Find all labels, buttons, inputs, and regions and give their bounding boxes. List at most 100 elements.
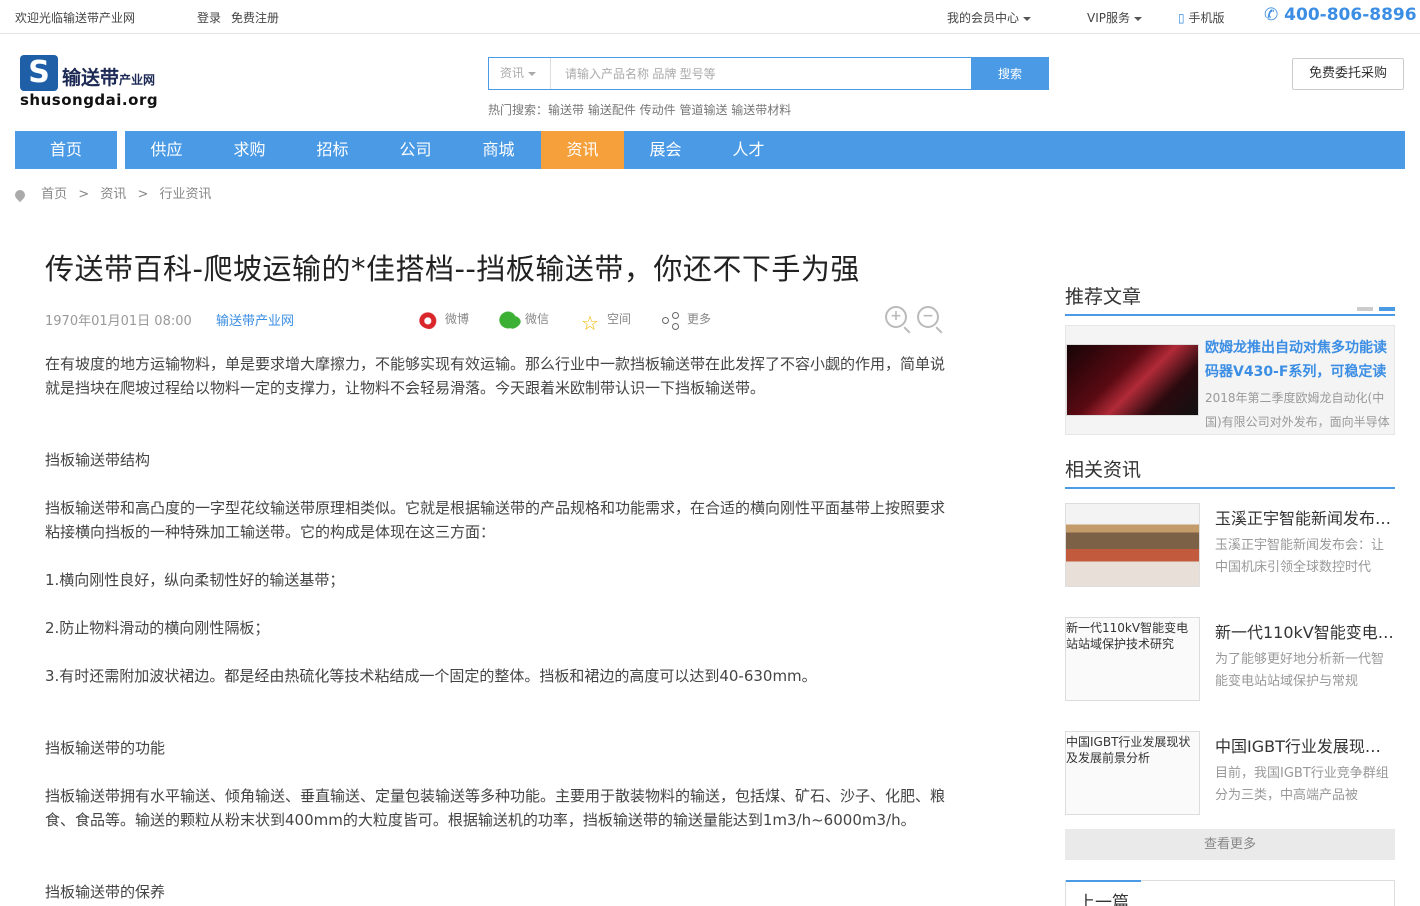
- logo-brand-main: 输送带: [62, 67, 120, 89]
- mobile-link[interactable]: ▯ 手机版: [1178, 9, 1224, 26]
- related-thumbnail[interactable]: [1065, 503, 1200, 587]
- logo-brand-suffix: 产业网: [119, 73, 156, 87]
- hotline: ✆ 400-806-8896: [1264, 5, 1417, 25]
- vip-label: VIP服务: [1087, 11, 1130, 25]
- nav-divider: [117, 131, 125, 169]
- related-thumbnail[interactable]: 中国IGBT行业发展现状及发展前景分析: [1065, 731, 1200, 815]
- breadcrumb-home[interactable]: 首页: [41, 187, 67, 202]
- recommended-thumbnail: [1066, 344, 1199, 416]
- zoom-out-symbol: −: [922, 308, 934, 324]
- carousel-dot-active[interactable]: [1379, 307, 1395, 311]
- chevron-down-icon: [1134, 16, 1142, 21]
- nav-home[interactable]: 首页: [15, 131, 117, 169]
- related-desc: 为了能够更好地分析新一代智能变电站站域保护与常规: [1215, 652, 1385, 689]
- login-link[interactable]: 登录: [197, 9, 221, 26]
- nav-tender[interactable]: 招标: [291, 131, 374, 169]
- star-icon: ☆: [581, 310, 599, 335]
- share-more[interactable]: 更多: [661, 310, 711, 329]
- breadcrumb-news[interactable]: 资讯: [100, 187, 126, 202]
- logo-domain: shusongdai.org: [20, 91, 159, 109]
- member-center-label: 我的会员中心: [947, 11, 1020, 25]
- member-center-menu[interactable]: 我的会员中心: [947, 9, 1032, 26]
- breadcrumb-separator: >: [78, 187, 90, 202]
- article-paragraph: 2.防止物料滑动的横向刚性隔板；: [45, 619, 270, 637]
- top-bar: 欢迎光临输送带产业网 登录 免费注册 我的会员中心 VIP服务 ▯ 手机版 ✆ …: [0, 0, 1420, 34]
- zoom-out-icon[interactable]: −: [917, 306, 939, 328]
- site-logo[interactable]: S 输送带产业网 shusongdai.org: [18, 53, 193, 111]
- share-weibo[interactable]: 微博: [419, 310, 469, 329]
- article-paragraph: 1.横向刚性良好，纵向柔韧性好的输送基带；: [45, 571, 345, 589]
- hot-search-terms[interactable]: 输送带 输送配件 传动件 管道输送 输送带材料: [548, 103, 791, 117]
- share-qzone-label: 空间: [607, 312, 632, 326]
- mobile-label: 手机版: [1188, 11, 1225, 25]
- chevron-down-icon: [528, 71, 537, 76]
- search-category-select[interactable]: 资讯: [489, 58, 551, 89]
- prev-next-panel: 上一篇: [1065, 880, 1395, 906]
- logo-mark: S: [20, 55, 58, 91]
- prev-article-tab[interactable]: 上一篇: [1066, 880, 1141, 906]
- vip-menu[interactable]: VIP服务: [1087, 9, 1142, 26]
- recommended-heading-text: 推荐文章: [1065, 286, 1142, 308]
- breadcrumb-separator: >: [137, 187, 149, 202]
- article-subheading: 挡板输送带的功能: [45, 739, 166, 757]
- related-thumbnail[interactable]: 新一代110kV智能变电站站域保护技术研究: [1065, 617, 1200, 701]
- share-wechat[interactable]: 微信: [499, 310, 549, 329]
- related-title[interactable]: 新一代110kV智能变电站站域保护技术研究: [1215, 619, 1395, 643]
- search-input[interactable]: [555, 58, 965, 89]
- article-meta: 1970年01月01日 08:00 输送带产业网: [45, 310, 294, 329]
- logo-brand: 输送带产业网: [62, 63, 155, 90]
- article-date: 1970年01月01日 08:00: [45, 314, 192, 329]
- breadcrumb-industry-news[interactable]: 行业资讯: [160, 187, 212, 202]
- zoom-in-symbol: +: [890, 308, 902, 324]
- breadcrumb: 首页 > 资讯 > 行业资讯: [12, 183, 212, 202]
- recommended-desc: 2018年第二季度欧姆龙自动化(中国)有限公司对外发布，面向半导体: [1205, 391, 1390, 429]
- recommended-article[interactable]: 欧姆龙推出自动对焦多功能读码器V430-F系列，可稳定读取 2018年第二季度欧…: [1065, 325, 1395, 435]
- main-nav: 首页 供应 求购 招标 公司 商城 资讯 展会 人才: [15, 131, 1405, 169]
- related-heading: 相关资讯: [1065, 455, 1395, 489]
- nav-talent[interactable]: 人才: [707, 131, 790, 169]
- hotline-number: 400-806-8896: [1284, 5, 1417, 25]
- mobile-phone-icon: ▯: [1178, 11, 1185, 25]
- article-subheading: 挡板输送带的保养: [45, 883, 166, 901]
- related-image-alt: 新一代110kV智能变电站站域保护技术研究: [1066, 621, 1189, 651]
- recommended-title: 欧姆龙推出自动对焦多功能读码器V430-F系列，可稳定读取: [1205, 340, 1387, 380]
- register-link[interactable]: 免费注册: [231, 9, 279, 26]
- nav-news[interactable]: 资讯: [541, 131, 624, 169]
- wechat-icon: [499, 310, 521, 329]
- related-heading-text: 相关资讯: [1065, 459, 1142, 481]
- article-paragraph: 在有坡度的地方运输物料，单是要求增大摩擦力，不能够实现有效运输。那么行业中一款挡…: [45, 355, 946, 397]
- related-desc: 玉溪正宇智能新闻发布会：让中国机床引领全球数控时代: [1215, 538, 1385, 575]
- zoom-in-icon[interactable]: +: [885, 306, 907, 328]
- related-image-alt: 中国IGBT行业发展现状及发展前景分析: [1066, 735, 1191, 765]
- share-wechat-label: 微信: [525, 312, 550, 326]
- hot-search-label: 热门搜索：: [488, 103, 549, 117]
- article-paragraph: 挡板输送带拥有水平输送、倾角输送、垂直输送、定量包装输送等多种功能。主要用于散装…: [45, 787, 946, 829]
- article-paragraph: 3.有时还需附加波状裙边。都是经由热硫化等技术粘结成一个固定的整体。挡板和裙边的…: [45, 667, 817, 685]
- view-more-button[interactable]: 查看更多: [1065, 829, 1395, 860]
- hot-searches: 热门搜索：输送带 输送配件 传动件 管道输送 输送带材料: [488, 101, 791, 118]
- search-bar: 资讯 搜索: [488, 57, 1049, 90]
- article-subheading: 挡板输送带结构: [45, 451, 151, 469]
- search-category-label: 资讯: [500, 66, 525, 80]
- related-title[interactable]: 玉溪正宇智能新闻发布会：让中国机床引领全球数控: [1215, 505, 1395, 529]
- nav-supply[interactable]: 供应: [125, 131, 208, 169]
- carousel-dots: [1351, 294, 1395, 316]
- related-desc: 目前，我国IGBT行业竞争群组分为三类，中高端产品被: [1215, 766, 1389, 803]
- location-pin-icon: [12, 187, 28, 202]
- share-icon: [661, 311, 683, 329]
- related-title[interactable]: 中国IGBT行业发展现状及发展前景分析: [1215, 733, 1395, 757]
- carousel-dot[interactable]: [1357, 307, 1373, 311]
- article-source-link[interactable]: 输送带产业网: [216, 310, 294, 329]
- share-weibo-label: 微博: [445, 312, 470, 326]
- nav-company[interactable]: 公司: [374, 131, 457, 169]
- phone-icon: ✆: [1264, 5, 1279, 25]
- nav-purchase[interactable]: 求购: [208, 131, 291, 169]
- nav-mall[interactable]: 商城: [457, 131, 540, 169]
- entrust-purchase-button[interactable]: 免费委托采购: [1292, 58, 1404, 90]
- nav-expo[interactable]: 展会: [624, 131, 707, 169]
- chevron-down-icon: [1023, 16, 1032, 21]
- recommended-heading: 推荐文章: [1065, 282, 1395, 316]
- search-button[interactable]: 搜索: [971, 57, 1049, 90]
- share-more-label: 更多: [687, 312, 712, 326]
- share-qzone[interactable]: ☆ 空间: [581, 310, 632, 335]
